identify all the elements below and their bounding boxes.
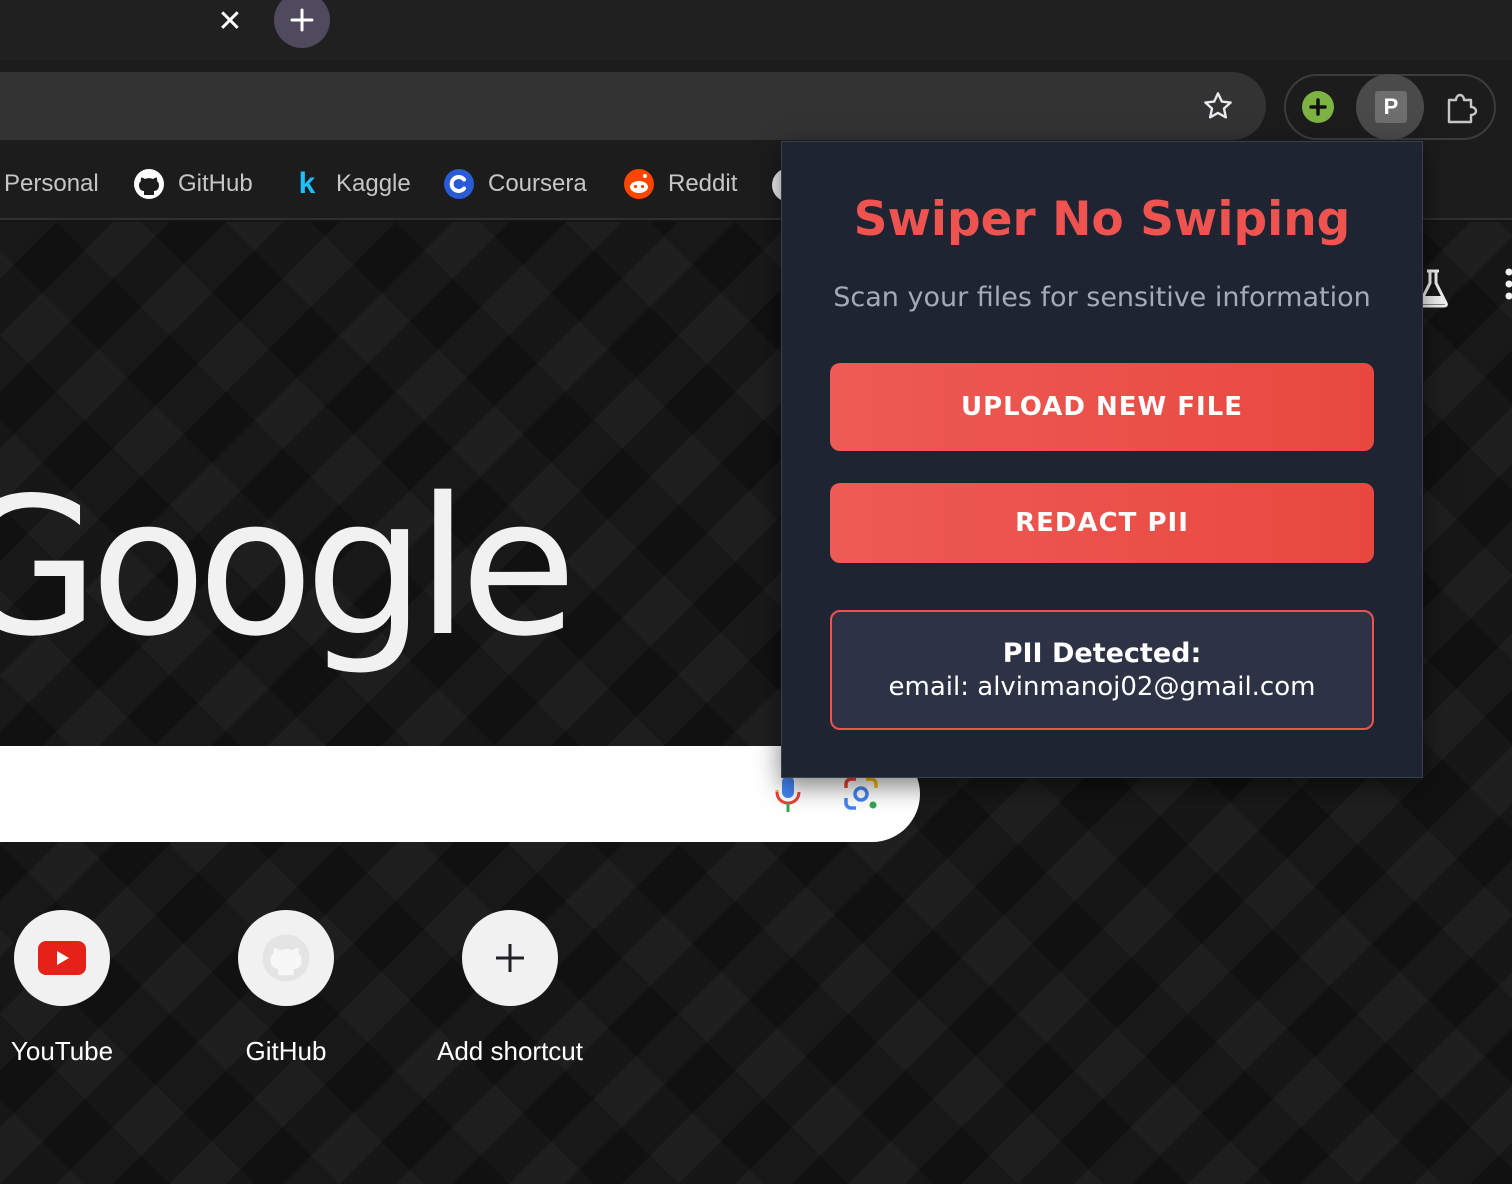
p-extension-button[interactable]: P [1356,74,1424,140]
popup-subtitle: Scan your files for sensitive informatio… [833,282,1371,313]
p-extension-icon: P [1375,91,1407,123]
shortcut-tile [238,910,334,1006]
address-bar[interactable] [0,72,1266,140]
shortcut-youtube[interactable]: YouTube [0,910,162,1080]
coursera-icon [442,167,476,201]
tab-strip: ✕ [0,0,1512,60]
github-icon [132,167,166,201]
pii-detected-email: email: alvinmanoj02@gmail.com [888,672,1316,702]
shortcut-label: Add shortcut [437,1036,583,1066]
github-icon [262,934,310,982]
bookmark-star-icon[interactable] [1200,88,1236,124]
popup-title: Swiper No Swiping [853,192,1351,247]
customize-menu-icon[interactable] [1500,268,1512,308]
swiper-extension-popup: Swiper No Swiping Scan your files for se… [781,141,1423,778]
bookmark-label: Reddit [668,170,738,197]
extensions-area: P [1284,74,1496,140]
bookmark-coursera[interactable]: Coursera [442,164,587,204]
youtube-icon [38,941,86,975]
puzzle-extensions-icon[interactable] [1442,90,1482,126]
plus-icon [290,8,314,32]
shortcut-label: GitHub [245,1036,327,1066]
shortcut-tile [462,910,558,1006]
shortcut-tile [14,910,110,1006]
bookmark-label: Coursera [488,170,587,197]
shortcut-label: YouTube [10,1036,114,1066]
green-plus-extension-icon[interactable] [1302,91,1334,123]
bookmark-reddit[interactable]: Reddit [622,164,737,204]
close-tab-icon[interactable]: ✕ [212,4,248,40]
bookmark-kaggle[interactable]: k Kaggle [290,164,411,204]
kaggle-icon: k [298,167,316,200]
voice-search-mic-icon[interactable] [772,774,804,814]
google-lens-icon[interactable] [842,776,880,812]
bookmark-personal[interactable]: Personal [4,164,99,204]
pii-detected-box: PII Detected: email: alvinmanoj02@gmail.… [830,610,1374,730]
toolbar: P [0,60,1512,150]
bookmark-label: Kaggle [336,170,411,197]
pii-detected-title: PII Detected: [1002,638,1202,669]
redact-pii-button[interactable]: REDACT PII [830,483,1374,563]
upload-new-file-button[interactable]: UPLOAD NEW FILE [830,363,1374,451]
google-logo: Google [0,457,577,678]
bookmark-github[interactable]: GitHub [132,164,253,204]
bookmark-label: Personal [4,170,99,197]
reddit-icon [622,167,656,201]
shortcut-github[interactable]: GitHub [186,910,386,1080]
bookmark-label: GitHub [178,170,253,197]
plus-icon [496,944,524,972]
new-tab-button[interactable] [274,0,330,48]
add-shortcut-button[interactable]: Add shortcut [410,910,610,1080]
